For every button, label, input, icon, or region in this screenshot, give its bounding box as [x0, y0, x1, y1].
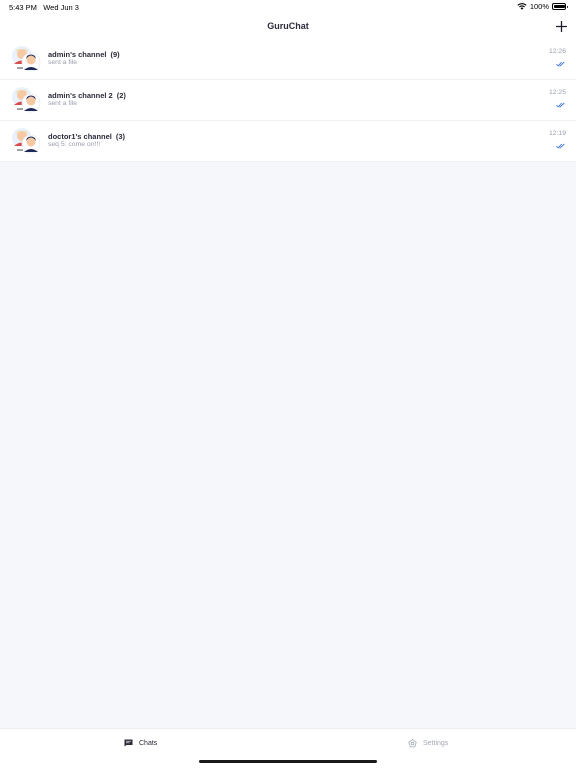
status-date-text: Wed Jun 3 [43, 3, 79, 12]
last-message-preview: seq 5: come on!!! [48, 141, 101, 148]
battery-level [553, 4, 565, 9]
tab-chats[interactable]: Chats [124, 739, 157, 747]
channel-avatar-icon [12, 128, 41, 154]
channel-name: doctor1's channel [48, 132, 112, 141]
double-check-icon [556, 61, 565, 67]
channel-row[interactable]: doctor1's channel (3) seq 5: come on!!! 1… [0, 121, 576, 162]
last-message-time: 12:25 [548, 89, 566, 96]
last-message-preview: sent a file [48, 59, 78, 66]
unread-count: (3) [115, 132, 126, 141]
tab-chats-label: Chats [139, 739, 158, 747]
plus-icon [555, 20, 567, 32]
channel-title: admin's channel 2 (2) [48, 91, 126, 100]
channel-list: admin's channel (9) sent a file 12:26 ad… [0, 39, 576, 162]
channel-row[interactable]: admin's channel (9) sent a file 12:26 [0, 39, 576, 80]
last-message-time: 12:19 [548, 130, 566, 137]
page-title: GuruChat [267, 21, 309, 31]
unread-count: (2) [116, 91, 126, 100]
settings-icon [408, 739, 417, 748]
channel-name: admin's channel 2 [48, 91, 113, 100]
channel-title: admin's channel (9) [48, 50, 120, 59]
add-channel-button[interactable] [554, 19, 568, 33]
channel-name: admin's channel [48, 50, 107, 59]
battery-percent: 100% [529, 2, 549, 11]
app-screen: 5:43 PM Wed Jun 3 100% GuruChat admin's … [0, 0, 576, 768]
channel-title: doctor1's channel (3) [48, 132, 125, 141]
status-indicators: 100% [517, 2, 568, 11]
tab-settings[interactable]: Settings [408, 739, 448, 748]
channel-row[interactable]: admin's channel 2 (2) sent a file 12:25 [0, 80, 576, 121]
nav-header: GuruChat [0, 14, 576, 39]
wifi-icon [517, 3, 527, 10]
status-time: 5:43 PM Wed Jun 3 [9, 3, 79, 12]
channel-avatar-icon [12, 46, 41, 72]
last-message-preview: sent a file [48, 100, 78, 107]
double-check-icon [556, 102, 565, 108]
channel-avatar-icon [12, 87, 41, 113]
last-message-time: 12:26 [548, 48, 566, 55]
battery-icon [552, 3, 568, 10]
home-indicator [199, 760, 377, 763]
chat-bubble-icon [124, 739, 133, 747]
double-check-icon [556, 143, 565, 149]
status-bar: 5:43 PM Wed Jun 3 100% [0, 0, 576, 14]
status-time-text: 5:43 PM [9, 3, 37, 12]
tab-settings-label: Settings [423, 740, 449, 747]
unread-count: (9) [110, 50, 120, 59]
